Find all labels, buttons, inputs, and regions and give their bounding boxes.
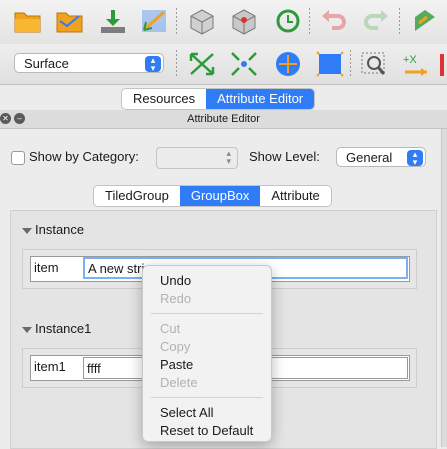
cube-3d-icon[interactable]: [186, 5, 218, 37]
show-level-value: General: [346, 149, 393, 165]
toolbar-overflow-edge: [440, 54, 444, 76]
item1-input-value: ffff: [87, 361, 101, 376]
undo-icon[interactable]: [318, 5, 350, 37]
instance-header[interactable]: Instance: [22, 222, 84, 237]
context-menu: Undo Redo Cut Copy Paste Delete Select A…: [142, 265, 272, 442]
folder-icon[interactable]: [54, 5, 86, 37]
disclosure-triangle-icon: [22, 227, 32, 234]
menu-item-cut[interactable]: Cut: [160, 320, 180, 338]
float-icon[interactable]: –: [14, 113, 25, 124]
sub-tab-bar: TiledGroup GroupBox Attribute: [93, 185, 332, 207]
main-toolbar: [0, 0, 447, 45]
redo-icon[interactable]: [360, 5, 392, 37]
zoom-fit-icon[interactable]: [358, 48, 390, 80]
plus-x-axis-icon[interactable]: +X: [400, 48, 432, 80]
collapse-arrows-icon[interactable]: [186, 48, 218, 80]
refresh-icon[interactable]: [272, 5, 304, 37]
menu-item-copy[interactable]: Copy: [160, 338, 190, 356]
item-input-value: A new stri: [88, 261, 145, 276]
top-tab-bar: Resources Attribute Editor: [121, 88, 316, 110]
show-by-category-label: Show by Category:: [29, 149, 139, 164]
show-level-select[interactable]: General ▴ ▾: [336, 147, 426, 167]
menu-item-select-all[interactable]: Select All: [160, 404, 213, 422]
menu-item-reset-to-default[interactable]: Reset to Default: [160, 422, 253, 440]
item1-label: item1: [34, 359, 66, 374]
chevron-updown-icon: ▴ ▾: [145, 56, 161, 73]
menu-item-redo[interactable]: Redo: [160, 290, 191, 308]
show-by-category-checkbox[interactable]: [11, 151, 25, 165]
item-label: item: [34, 260, 59, 275]
cube-3d-alt-icon[interactable]: [228, 5, 260, 37]
expand-arrows-icon[interactable]: [138, 5, 170, 37]
menu-item-delete[interactable]: Delete: [160, 374, 198, 392]
menu-item-paste[interactable]: Paste: [160, 356, 193, 374]
panel-title: Attribute Editor: [187, 113, 260, 125]
menu-item-undo[interactable]: Undo: [160, 272, 191, 290]
svg-text:+X: +X: [403, 54, 417, 66]
instance-header-label: Instance: [35, 222, 85, 237]
partial-icon[interactable]: [410, 5, 442, 37]
instance1-header-label: Instance1: [35, 321, 92, 336]
secondary-toolbar: Surface ▴ ▾ +X: [0, 44, 447, 85]
instance1-header[interactable]: Instance1: [22, 321, 91, 336]
tab-attribute[interactable]: Attribute: [260, 186, 330, 206]
folder-open-icon[interactable]: [12, 5, 44, 37]
tab-tiledgroup[interactable]: TiledGroup: [94, 186, 180, 206]
surface-select-value: Surface: [24, 55, 69, 71]
scrollbar[interactable]: [441, 129, 447, 447]
surface-select[interactable]: Surface ▴ ▾: [14, 53, 164, 73]
show-level-label: Show Level:: [249, 149, 320, 164]
contract-arrows-icon[interactable]: [228, 48, 260, 80]
tab-attribute-editor[interactable]: Attribute Editor: [206, 89, 315, 109]
tab-groupbox[interactable]: GroupBox: [179, 186, 261, 206]
close-icon[interactable]: ✕: [0, 113, 11, 124]
cube-blue-icon[interactable]: [314, 48, 346, 80]
chevron-updown-icon: ▴ ▾: [407, 150, 423, 167]
chevron-updown-icon: ▴ ▾: [226, 148, 231, 166]
download-icon[interactable]: [97, 5, 129, 37]
move-icon[interactable]: [272, 48, 304, 80]
panel-title-bar: Attribute Editor: [0, 110, 447, 129]
menu-separator: [151, 313, 263, 314]
tab-resources[interactable]: Resources: [122, 89, 206, 109]
disclosure-triangle-icon: [22, 326, 32, 333]
menu-separator: [151, 397, 263, 398]
category-select[interactable]: ▴ ▾: [156, 147, 238, 169]
